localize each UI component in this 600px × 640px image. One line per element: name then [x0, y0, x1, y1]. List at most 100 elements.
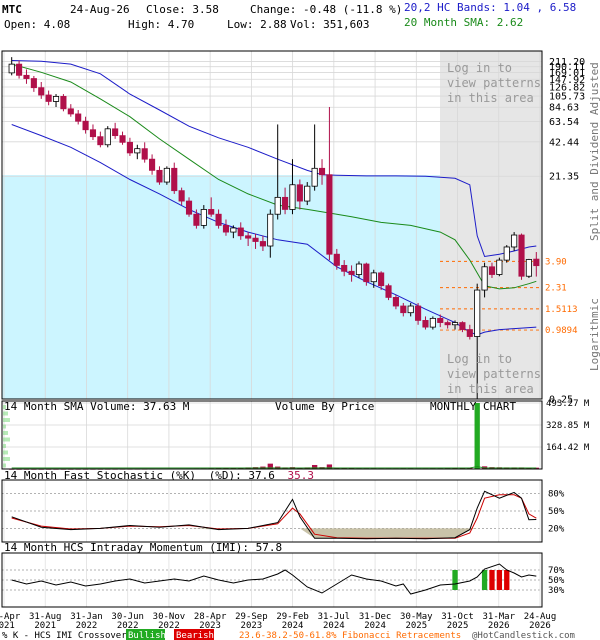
- candle-body: [52, 96, 60, 102]
- candle-body: [119, 135, 126, 143]
- footer: % K - HCS IMI Crossover: Bullish Bearish…: [2, 629, 575, 640]
- volume-by-price-bar: [3, 437, 10, 442]
- x-tick-year: 2026: [529, 621, 551, 631]
- x-tick-year: 2023: [241, 621, 263, 631]
- price-tick-label: 63.54: [549, 117, 579, 128]
- stochastic-tick-label: 80%: [548, 490, 565, 500]
- candle-body: [466, 329, 473, 337]
- candle-body: [451, 322, 459, 326]
- stochastic-k-value: 35.3: [288, 469, 315, 482]
- candle-body: [193, 213, 200, 226]
- candle-body: [89, 129, 97, 138]
- candle-body: [378, 272, 385, 287]
- bearish-badge: Bearish: [176, 631, 214, 640]
- imi-tick-label: 50%: [548, 576, 565, 586]
- volume-by-price-bar: [3, 457, 10, 461]
- candle-body: [141, 148, 148, 160]
- stochastic-tick-label: 20%: [548, 524, 565, 534]
- candle-body: [156, 169, 163, 183]
- candle-body: [185, 200, 193, 215]
- price-tick-label: 21.35: [549, 172, 579, 183]
- imi-bullish-marker: [452, 570, 458, 590]
- x-tick-year: 2025: [405, 621, 427, 631]
- candle-body: [60, 96, 67, 110]
- stock-chart: MTC 24-Aug-26 Close: 3.58 Change: -0.48 …: [0, 1, 600, 640]
- fibonacci-level-label: 2.31: [545, 284, 567, 294]
- candle-body: [385, 285, 392, 298]
- candle-body: [38, 87, 45, 96]
- candle-body: [503, 246, 510, 261]
- volume-title: 14 Month SMA Volume: 37.63 M: [4, 400, 190, 413]
- candle-body: [304, 185, 311, 202]
- candle-body: [267, 213, 274, 247]
- stochastic-axis: 80% 50% 20%: [548, 490, 565, 535]
- symbol-label: MTC: [2, 3, 22, 16]
- x-tick-year: 2022: [76, 621, 98, 631]
- candle-body: [533, 258, 540, 267]
- logarithmic-label: Logarithmic: [588, 298, 600, 371]
- x-tick-year: 2026: [488, 621, 510, 631]
- volume-by-price-bar: [3, 431, 8, 435]
- fibonacci-level-label: 1.5113: [545, 305, 578, 315]
- imi-bearish-marker: [504, 570, 510, 590]
- candle-body: [30, 78, 37, 89]
- login-text-line: in this area: [447, 91, 534, 105]
- volume-by-price-bar: [3, 424, 6, 429]
- price-tick-label: 42.44: [549, 137, 579, 148]
- imi-tick-label: 30%: [548, 586, 565, 596]
- candle-body: [245, 235, 252, 239]
- candle-body: [400, 305, 407, 314]
- vol-label: Vol: 351,603: [290, 18, 369, 31]
- bullish-badge: Bullish: [128, 631, 166, 640]
- low-label: Low: 2.88: [227, 18, 287, 31]
- fibonacci-level-label: 3.90: [545, 257, 567, 267]
- volume-tick-label: 328.85 M: [546, 421, 590, 431]
- candle-body: [407, 305, 414, 314]
- candle-body: [8, 63, 15, 74]
- candle-body: [415, 305, 422, 321]
- candle-body: [75, 113, 82, 122]
- date-label: 24-Aug-26: [70, 3, 130, 16]
- fibonacci-legend: 23.6-38.2-50-61.8% Fibonacci Retracement…: [239, 631, 461, 640]
- candle-body: [252, 237, 259, 242]
- cyan-zone: [2, 175, 440, 399]
- imi-bearish-marker: [496, 570, 503, 590]
- candle-body: [67, 108, 74, 115]
- candle-body: [134, 148, 141, 154]
- x-tick-year: 2024: [323, 621, 345, 631]
- volume-panel: 493.27 M 328.85 M 164.42 M 14 Month SMA Vo…: [1, 399, 590, 470]
- candle-body: [112, 128, 119, 137]
- candle-body: [126, 141, 133, 154]
- price-tick-label: 105.73: [549, 92, 585, 103]
- candle-body: [496, 259, 503, 275]
- volume-tick-label: 164.42 M: [546, 443, 590, 453]
- candle-body: [481, 266, 488, 291]
- candle-body: [274, 196, 281, 215]
- candle-body: [459, 322, 466, 330]
- stochastic-tick-label: 50%: [548, 507, 565, 517]
- login-text-line: Log in to: [447, 352, 512, 366]
- close-label: Close: 3.58: [146, 3, 219, 16]
- candle-body: [355, 263, 363, 275]
- candle-body: [222, 224, 230, 233]
- imi-tick-label: 70%: [548, 566, 565, 576]
- change-label: Change: -0.48 (-11.8 %): [250, 3, 402, 16]
- candle-body: [104, 128, 111, 146]
- volume-by-price-title: Volume By Price: [275, 400, 374, 413]
- candle-body: [429, 317, 436, 328]
- candle-body: [97, 136, 104, 146]
- imi-bearish-marker: [489, 570, 495, 590]
- candle-body: [311, 167, 318, 187]
- candle-body: [422, 320, 429, 328]
- candle-body: [230, 227, 237, 233]
- volume-axis: 493.27 M 328.85 M 164.42 M: [546, 399, 590, 453]
- crossover-label: % K - HCS IMI Crossover:: [2, 631, 132, 640]
- candle-body: [23, 74, 30, 79]
- candle-body: [333, 253, 340, 266]
- candle-body: [318, 167, 326, 176]
- candle-body: [45, 94, 52, 102]
- stochastic-panel: 80% 50% 20% 14 Month Fast Stochastic (%K) …: [1, 469, 565, 543]
- volume-by-price-bar: [3, 444, 6, 448]
- x-tick-year: 2021: [0, 621, 15, 631]
- candle-body: [215, 213, 222, 226]
